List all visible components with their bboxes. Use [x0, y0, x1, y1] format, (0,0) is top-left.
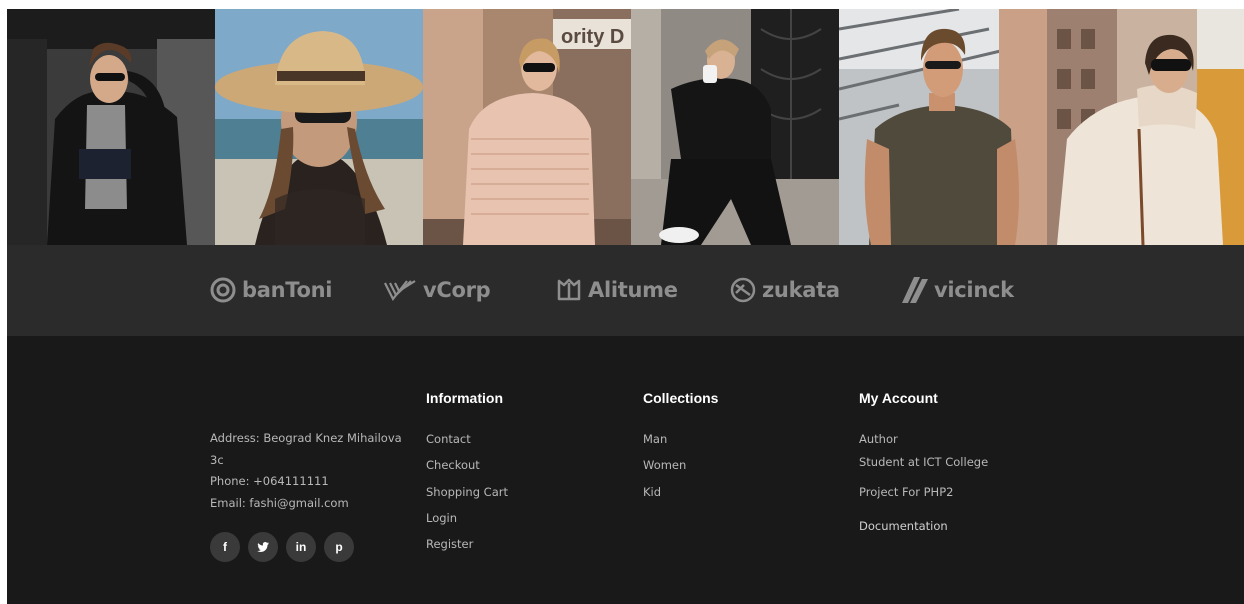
pinterest-icon: p [335, 540, 343, 554]
photo-pink-sweater-woman[interactable]: ority D [423, 9, 631, 245]
partner-label: vicinck [934, 278, 1014, 302]
photo-olive-tshirt-man[interactable] [839, 9, 1047, 245]
photo-black-outfit-woman[interactable] [631, 9, 839, 245]
collections-title: Collections [643, 390, 719, 406]
linkedin-icon: in [295, 540, 307, 554]
slash-icon [900, 275, 930, 305]
partner-logos-bar: banToni vCorp Alitume zukata vicinck [7, 245, 1244, 336]
site-footer: Address: Beograd Knez Mihailova 3c Phone… [7, 336, 1244, 604]
checkout-link[interactable]: Checkout [426, 458, 480, 472]
photo-straw-hat-woman[interactable] [215, 9, 423, 245]
partner-logo-alitume[interactable]: Alitume [554, 273, 678, 307]
project-description: Project For PHP2 [859, 485, 954, 499]
partner-logo-bantoni[interactable]: banToni [208, 273, 332, 307]
photo-turtleneck-woman[interactable] [1047, 9, 1244, 245]
photo-puffer-jacket-woman[interactable] [7, 9, 215, 245]
facebook-icon: f [223, 540, 227, 554]
contact-link[interactable]: Contact [426, 432, 471, 446]
twitter-icon [256, 540, 270, 554]
documentation-link[interactable]: Documentation [859, 519, 948, 533]
login-link[interactable]: Login [426, 511, 457, 525]
register-link[interactable]: Register [426, 537, 473, 551]
partner-label: vCorp [423, 278, 491, 302]
linkedin-button[interactable]: in [286, 532, 316, 562]
twist-icon [728, 275, 758, 305]
ring-icon [208, 275, 238, 305]
partner-logo-vcorp[interactable]: vCorp [383, 273, 491, 307]
twitter-button[interactable] [248, 532, 278, 562]
shopping-cart-link[interactable]: Shopping Cart [426, 485, 508, 499]
phone-number: Phone: +064111111 [210, 474, 329, 488]
author-link[interactable]: Author [859, 432, 898, 446]
tulip-icon [554, 275, 584, 305]
instagram-photo-strip: ority D [7, 9, 1244, 245]
storefront-sign-text: ority D [561, 26, 624, 48]
my-account-title: My Account [859, 390, 938, 406]
information-title: Information [426, 390, 503, 406]
women-link[interactable]: Women [643, 458, 686, 472]
pinterest-button[interactable]: p [324, 532, 354, 562]
partner-label: Alitume [588, 278, 678, 302]
address-line: Address: Beograd Knez Mihailova [210, 431, 402, 445]
address-line-2: 3c [210, 453, 224, 467]
partner-logo-vicinck[interactable]: vicinck [900, 273, 1014, 307]
man-link[interactable]: Man [643, 432, 667, 446]
partner-label: banToni [242, 278, 333, 302]
stripes-icon [383, 275, 419, 305]
partner-logo-zukata[interactable]: zukata [728, 273, 840, 307]
kid-link[interactable]: Kid [643, 485, 661, 499]
author-description: Student at ICT College [859, 455, 989, 469]
facebook-button[interactable]: f [210, 532, 240, 562]
partner-label: zukata [762, 278, 840, 302]
email-address: Email: fashi@gmail.com [210, 496, 349, 510]
